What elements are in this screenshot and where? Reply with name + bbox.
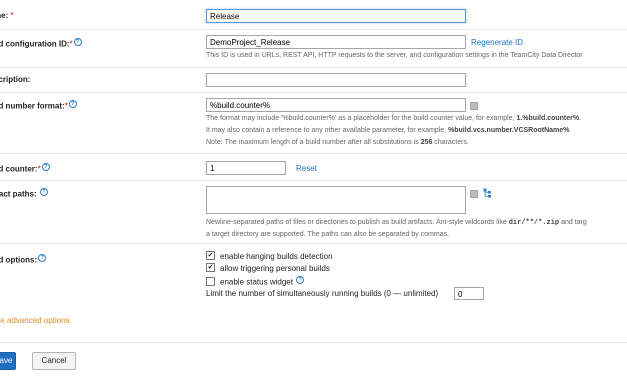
config-id-note: This ID is used in URLs, REST API, HTTP … <box>206 52 583 59</box>
build-options-label: ild options:? <box>0 254 47 265</box>
build-number-label: ild number format:*? <box>0 100 77 111</box>
build-counter-input[interactable]: 1 <box>206 161 286 175</box>
help-icon[interactable]: ? <box>41 163 50 171</box>
status-widget-option[interactable]: enable status widget ? <box>206 276 305 287</box>
config-id-input[interactable]: DemoProject_Release <box>206 35 466 49</box>
required-marker: * <box>37 164 41 174</box>
build-counter-row: ild counter:*? 1 Reset <box>0 153 627 181</box>
help-icon[interactable]: ? <box>73 38 82 46</box>
reset-counter-link[interactable]: Reset <box>296 164 317 173</box>
hanging-builds-option[interactable]: ✔ enable hanging builds detection <box>206 251 333 261</box>
description-input[interactable] <box>206 73 466 87</box>
artifact-paths-note-line1: Newline-separated paths of files or dire… <box>206 219 587 227</box>
required-marker: * <box>69 39 73 49</box>
checkbox-unchecked[interactable] <box>206 277 215 287</box>
save-button[interactable]: ave <box>0 352 16 370</box>
help-icon[interactable]: ? <box>38 254 47 262</box>
artifact-paths-textarea[interactable] <box>206 186 466 214</box>
cancel-button[interactable]: Cancel <box>32 352 76 370</box>
checkbox-checked[interactable]: ✔ <box>206 263 215 273</box>
description-row: scription: <box>0 67 627 93</box>
help-icon[interactable]: ? <box>39 188 48 196</box>
hide-advanced-options-link[interactable]: ide advanced options <box>0 316 70 325</box>
help-icon[interactable]: ? <box>68 100 77 108</box>
name-input[interactable]: Release <box>206 9 466 23</box>
tree-view-icon[interactable] <box>483 188 492 198</box>
description-label: scription: <box>0 75 31 84</box>
concurrent-builds-limit: Limit the number of simultaneously runni… <box>206 289 439 298</box>
concurrent-builds-input[interactable]: 0 <box>454 287 484 300</box>
artifact-paths-note-line2: a target directory are supported. The pa… <box>206 231 450 238</box>
build-number-row: ild number format:*? %build.counter% The… <box>0 92 627 154</box>
build-number-note-line2: It may also contain a reference to any o… <box>206 127 572 134</box>
parameter-picker-icon[interactable] <box>470 102 478 110</box>
build-options-row: ild options:? ✔enable hanging builds det… <box>0 243 627 343</box>
name-label: me: * <box>0 11 14 20</box>
required-marker: * <box>64 101 68 111</box>
checkbox-checked[interactable]: ✔ <box>206 251 215 261</box>
config-id-label: ild configuration ID:*? <box>0 38 82 49</box>
parameter-picker-icon[interactable] <box>470 190 478 198</box>
regenerate-id-link[interactable]: Regenerate ID <box>471 38 523 47</box>
config-id-row: ild configuration ID:*? DemoProject_Rele… <box>0 29 627 68</box>
required-marker: * <box>10 11 14 20</box>
personal-builds-option[interactable]: ✔ allow triggering personal builds <box>206 263 330 273</box>
artifact-paths-row: ifact paths: ? Newline-separated paths o… <box>0 180 627 244</box>
artifact-paths-label: ifact paths: ? <box>0 188 48 199</box>
build-number-input[interactable]: %build.counter% <box>206 98 466 112</box>
build-number-note-line3: Note: The maximum length of a build numb… <box>206 139 469 146</box>
build-counter-label: ild counter:*? <box>0 163 50 174</box>
build-number-note-line1: The format may include '%build.counter%'… <box>206 115 582 122</box>
name-row: me: * Release <box>0 0 627 30</box>
help-icon[interactable]: ? <box>296 276 305 284</box>
